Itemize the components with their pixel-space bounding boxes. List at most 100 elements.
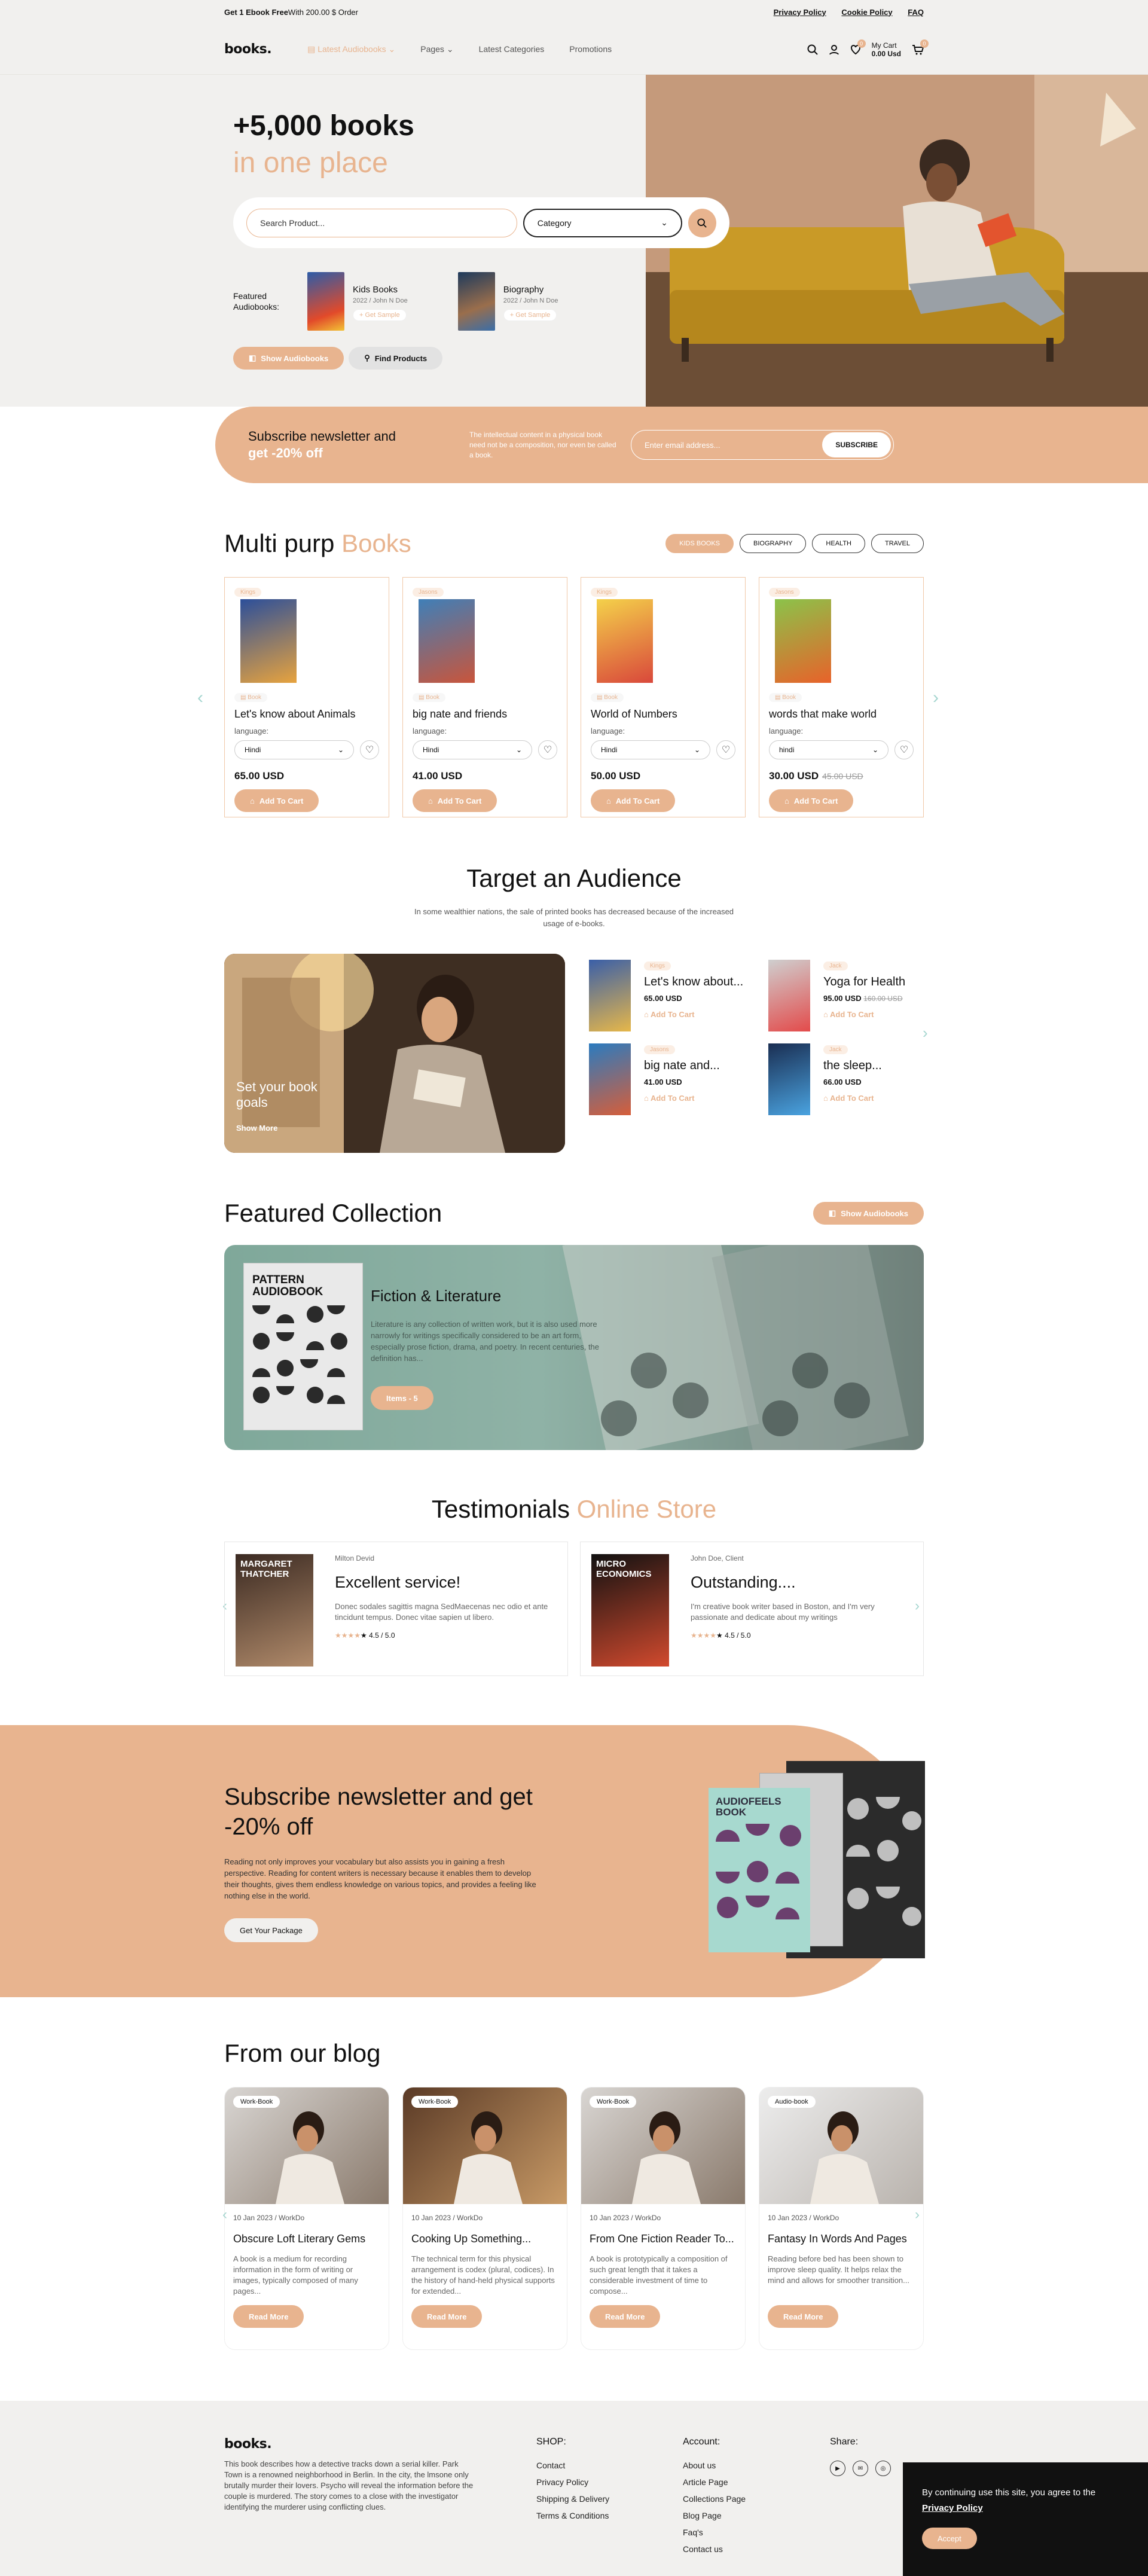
language-select[interactable]: hindi ⌄ <box>769 740 889 759</box>
search-icon[interactable] <box>807 44 818 55</box>
product-card[interactable]: Kings ▤ Book Let's know about Animals la… <box>224 577 389 817</box>
nav-pages[interactable]: Pages ⌄ <box>420 44 453 54</box>
mini-book-card[interactable]: Jack Yoga for Health 95.00 USD 160.00 US… <box>768 960 948 1031</box>
blog-card[interactable]: Work-Book 10 Jan 2023 / WorkDo From One … <box>581 2087 746 2350</box>
read-more-button[interactable]: Read More <box>233 2305 304 2328</box>
add-to-cart-link[interactable]: ⌂ Add To Cart <box>644 1094 720 1103</box>
cart-summary[interactable]: My Cart 0.00 Usd <box>872 41 901 58</box>
blog-card[interactable]: Work-Book 10 Jan 2023 / WorkDo Cooking U… <box>402 2087 567 2350</box>
blog-title[interactable]: Cooking Up Something... <box>411 2233 558 2245</box>
tab-biography[interactable]: BIOGRAPHY <box>740 534 807 553</box>
footer-logo[interactable]: books. <box>224 2437 475 2452</box>
product-name[interactable]: Let's know about Animals <box>234 708 379 721</box>
product-name[interactable]: big nate and... <box>644 1059 720 1073</box>
tab-travel[interactable]: TRAVEL <box>871 534 924 553</box>
footer-link[interactable]: Contact <box>536 2461 609 2470</box>
featured-collection-card[interactable]: PATTERN AUDIOBOOK Fiction & Literature L… <box>224 1245 924 1450</box>
find-products-button[interactable]: ⚲ Find Products <box>349 347 443 370</box>
read-more-button[interactable]: Read More <box>768 2305 839 2328</box>
nav-promotions[interactable]: Promotions <box>569 44 612 54</box>
carousel-prev-icon[interactable]: ‹ <box>222 2206 227 2223</box>
wishlist-icon[interactable]: 0 <box>850 39 866 55</box>
blog-title[interactable]: Obscure Loft Literary Gems <box>233 2233 380 2245</box>
user-icon[interactable] <box>829 44 839 55</box>
add-to-cart-button[interactable]: ⌂ Add To Cart <box>234 789 319 812</box>
wishlist-heart-icon[interactable]: ♡ <box>360 740 379 759</box>
mini-book-card[interactable]: Jasons big nate and... 41.00 USD ⌂ Add T… <box>589 1043 768 1115</box>
footer-link[interactable]: Article Page <box>683 2477 746 2487</box>
blog-title[interactable]: Fantasy In Words And Pages <box>768 2233 915 2245</box>
category-select[interactable]: Category ⌄ <box>523 208 682 237</box>
show-audiobooks-button[interactable]: ◧ Show Audiobooks <box>233 347 344 370</box>
footer-link[interactable]: Terms & Conditions <box>536 2511 609 2520</box>
show-audiobooks-button[interactable]: ◧ Show Audiobooks <box>813 1202 924 1225</box>
language-select[interactable]: Hindi ⌄ <box>413 740 532 759</box>
add-to-cart-link[interactable]: ⌂ Add To Cart <box>644 1010 743 1019</box>
carousel-next-icon[interactable]: › <box>923 1024 928 1042</box>
audience-banner[interactable]: Set your book goals Show More <box>224 954 565 1153</box>
footer-link[interactable]: Collections Page <box>683 2494 746 2504</box>
product-name[interactable]: words that make world <box>769 708 914 721</box>
search-input[interactable]: Search Product... <box>246 208 517 237</box>
add-to-cart-link[interactable]: ⌂ Add To Cart <box>823 1094 882 1103</box>
product-name[interactable]: big nate and friends <box>413 708 557 721</box>
carousel-next-icon[interactable]: › <box>933 688 939 708</box>
add-to-cart-link[interactable]: ⌂ Add To Cart <box>823 1010 905 1019</box>
instagram-icon[interactable]: ◎ <box>875 2461 891 2476</box>
youtube-icon[interactable]: ▶ <box>830 2461 845 2476</box>
footer-link[interactable]: Faq's <box>683 2528 746 2537</box>
product-name[interactable]: Yoga for Health <box>823 975 905 989</box>
read-more-button[interactable]: Read More <box>411 2305 483 2328</box>
footer-link[interactable]: Privacy Policy <box>536 2477 609 2487</box>
featured-book[interactable]: Biography 2022 / John N Doe + Get Sample <box>457 272 558 331</box>
nav-latest-audiobooks[interactable]: ▤ Latest Audiobooks ⌄ <box>307 44 395 54</box>
email-input[interactable]: Enter email address... <box>645 441 720 450</box>
cart-icon[interactable]: 0 <box>912 39 929 55</box>
privacy-policy-link[interactable]: Privacy Policy <box>774 8 826 17</box>
get-sample-button[interactable]: + Get Sample <box>353 309 407 321</box>
footer-link[interactable]: Contact us <box>683 2544 746 2554</box>
footer-link[interactable]: Blog Page <box>683 2511 746 2520</box>
blog-card[interactable]: Work-Book 10 Jan 2023 / WorkDo Obscure L… <box>224 2087 389 2350</box>
nav-latest-categories[interactable]: Latest Categories <box>479 44 545 54</box>
items-count-button[interactable]: Items - 5 <box>371 1386 433 1410</box>
add-to-cart-button[interactable]: ⌂ Add To Cart <box>591 789 676 812</box>
featured-book[interactable]: Kids Books 2022 / John N Doe + Get Sample <box>307 272 408 331</box>
language-select[interactable]: Hindi ⌄ <box>234 740 354 759</box>
tab-health[interactable]: HEALTH <box>812 534 866 553</box>
blog-title[interactable]: From One Fiction Reader To... <box>590 2233 737 2245</box>
get-package-button[interactable]: Get Your Package <box>224 1918 318 1942</box>
show-more-link[interactable]: Show More <box>236 1124 338 1133</box>
read-more-button[interactable]: Read More <box>590 2305 661 2328</box>
wishlist-heart-icon[interactable]: ♡ <box>894 740 914 759</box>
get-sample-button[interactable]: + Get Sample <box>503 309 557 321</box>
cookie-privacy-link[interactable]: Privacy Policy <box>922 2503 1129 2513</box>
add-to-cart-button[interactable]: ⌂ Add To Cart <box>413 789 497 812</box>
mini-book-card[interactable]: Kings Let's know about... 65.00 USD ⌂ Ad… <box>589 960 768 1031</box>
add-to-cart-button[interactable]: ⌂ Add To Cart <box>769 789 854 812</box>
product-name[interactable]: the sleep... <box>823 1059 882 1073</box>
product-name[interactable]: Let's know about... <box>644 975 743 989</box>
blog-card[interactable]: Audio-book 10 Jan 2023 / WorkDo Fantasy … <box>759 2087 924 2350</box>
footer-link[interactable]: Shipping & Delivery <box>536 2494 609 2504</box>
search-button[interactable] <box>688 208 716 237</box>
wishlist-heart-icon[interactable]: ♡ <box>538 740 557 759</box>
product-card[interactable]: Jasons ▤ Book words that make world lang… <box>759 577 924 817</box>
tab-kids-books[interactable]: KIDS BOOKS <box>665 534 734 553</box>
logo[interactable]: books. <box>224 42 272 57</box>
cookie-policy-link[interactable]: Cookie Policy <box>841 8 892 17</box>
carousel-prev-icon[interactable]: ‹ <box>197 688 203 708</box>
product-card[interactable]: Kings ▤ Book World of Numbers language: … <box>581 577 746 817</box>
cookie-text: By continuing use this site, you agree t… <box>922 2488 1096 2498</box>
product-name[interactable]: World of Numbers <box>591 708 735 721</box>
wishlist-heart-icon[interactable]: ♡ <box>716 740 735 759</box>
footer-link[interactable]: About us <box>683 2461 746 2470</box>
mini-book-card[interactable]: Jack the sleep... 66.00 USD ⌂ Add To Car… <box>768 1043 948 1115</box>
carousel-next-icon[interactable]: › <box>915 2206 920 2223</box>
messenger-icon[interactable]: ✉ <box>853 2461 868 2476</box>
faq-link[interactable]: FAQ <box>908 8 924 17</box>
subscribe-button[interactable]: SUBSCRIBE <box>822 432 891 457</box>
language-select[interactable]: Hindi ⌄ <box>591 740 710 759</box>
accept-cookies-button[interactable]: Accept <box>922 2528 977 2549</box>
product-card[interactable]: Jasons ▤ Book big nate and friends langu… <box>402 577 567 817</box>
